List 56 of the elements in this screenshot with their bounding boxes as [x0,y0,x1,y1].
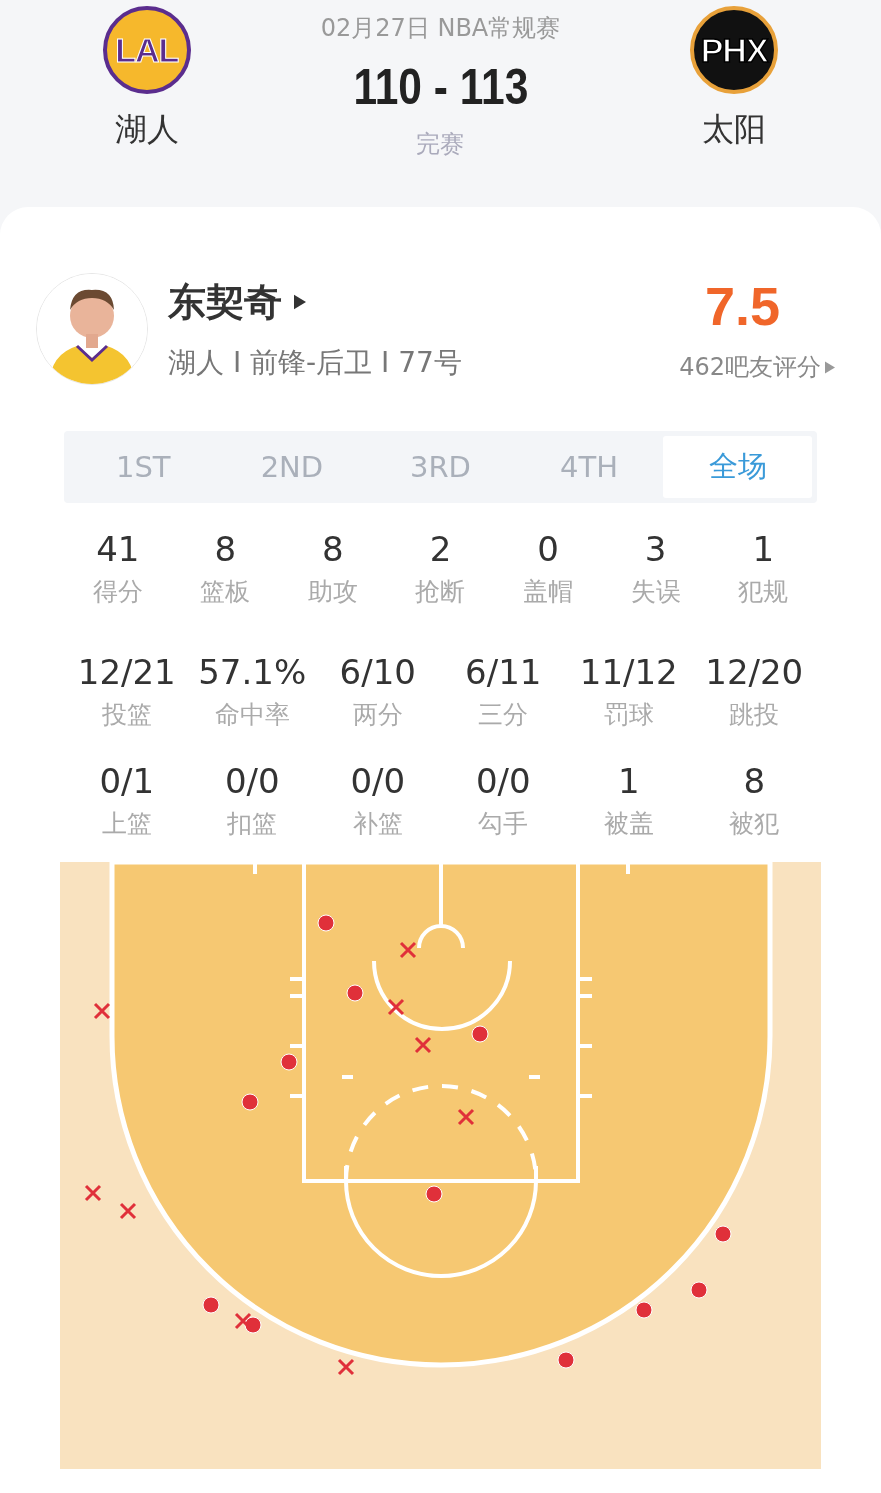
stat-value: 0/0 [224,761,280,801]
period-tab[interactable]: 3RD [366,436,515,498]
stat-label: 盖帽 [523,576,574,608]
rating-count[interactable]: 462吧友评分 [679,351,821,383]
stat-label: 命中率 [214,699,290,731]
stat-value: 8 [322,529,344,569]
stat-value: 8 [743,761,766,801]
stat-value: 8 [214,529,237,569]
team-name: 湖人 [114,109,179,150]
stat-value: 3 [644,529,667,569]
stat-label: 上篮 [101,808,152,840]
period-tab[interactable]: 全场 [663,436,812,498]
stat-value: 0/0 [350,761,406,801]
game-score: 110 - 113 [353,58,528,116]
stat-label: 抢断 [415,576,466,608]
player-info: 湖人 I 前锋-后卫 I 77号 [168,344,463,381]
stat-value: 57.1% [198,652,307,692]
period-tab[interactable]: 1ST [69,436,218,498]
stat-value: 12/21 [77,652,176,692]
stat-value: 0/0 [475,761,531,801]
stat-label: 投篮 [101,699,152,731]
period-tab[interactable]: 4TH [514,436,664,498]
stat-label: 三分 [478,699,529,731]
game-status: 完赛 [416,129,465,160]
stat-label: 勾手 [478,808,529,840]
stat-value: 0/1 [99,761,155,801]
player-name[interactable]: 东契奇 [168,276,282,328]
game-date: 02月27日 NBA常规赛 [320,13,561,44]
stat-label: 犯规 [738,576,789,608]
period-tab[interactable]: 2ND [217,436,367,498]
stat-value: 0 [537,529,559,569]
team-logo: PHX [690,6,779,94]
stat-label: 被犯 [729,808,780,840]
stat-value: 6/11 [465,652,542,692]
stat-label: 扣篮 [227,808,278,840]
stat-value: 12/20 [705,652,804,692]
stat-label: 被盖 [603,808,654,840]
caret-icon [294,294,306,310]
stat-value: 41 [96,529,140,569]
stat-label: 两分 [352,699,403,731]
player-rating: 7.5 [704,275,780,337]
team-logo: LAL [102,6,191,94]
stat-label: 助攻 [307,576,358,608]
caret-icon [825,360,835,374]
stat-label: 篮板 [200,576,251,608]
team-name: 太阳 [702,109,767,150]
stat-label: 失误 [630,576,681,608]
stat-value: 2 [429,529,452,569]
stat-value: 1 [617,761,640,801]
stat-value: 1 [752,529,774,569]
stat-label: 补篮 [352,808,403,840]
stat-value: 11/12 [579,652,678,692]
stat-label: 跳投 [729,699,780,731]
stat-label: 罚球 [603,699,654,731]
stat-value: 6/10 [339,652,416,692]
stat-label: 得分 [92,576,143,608]
